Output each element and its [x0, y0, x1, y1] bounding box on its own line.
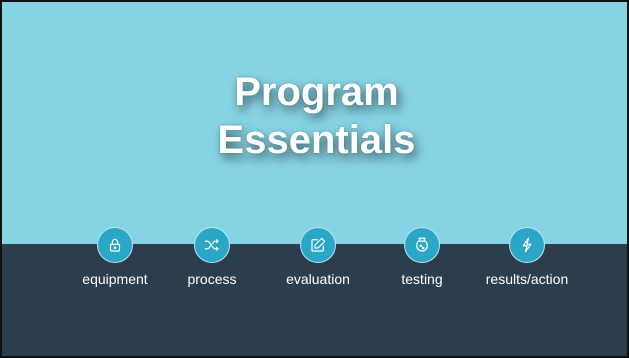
- shuffle-icon: [194, 227, 230, 263]
- lock-icon: [97, 227, 133, 263]
- item-label-testing: testing: [401, 271, 443, 287]
- item-process: process: [157, 227, 267, 287]
- item-testing: testing: [367, 227, 477, 287]
- item-label-process: process: [187, 271, 237, 287]
- edit-icon: [300, 227, 336, 263]
- item-label-evaluation: evaluation: [286, 271, 350, 287]
- flask-icon: [404, 227, 440, 263]
- item-equipment: equipment: [60, 227, 170, 287]
- slide-title: Program Essentials: [2, 68, 627, 164]
- item-results-action: results/action: [472, 227, 582, 287]
- lightning-icon: [509, 227, 545, 263]
- title-line-2: Essentials: [217, 118, 416, 162]
- slide: Program Essentials equipment process eva…: [0, 0, 629, 358]
- item-label-results-action: results/action: [485, 271, 569, 287]
- item-evaluation: evaluation: [263, 227, 373, 287]
- item-label-equipment: equipment: [82, 271, 148, 287]
- title-line-1: Program: [234, 70, 399, 114]
